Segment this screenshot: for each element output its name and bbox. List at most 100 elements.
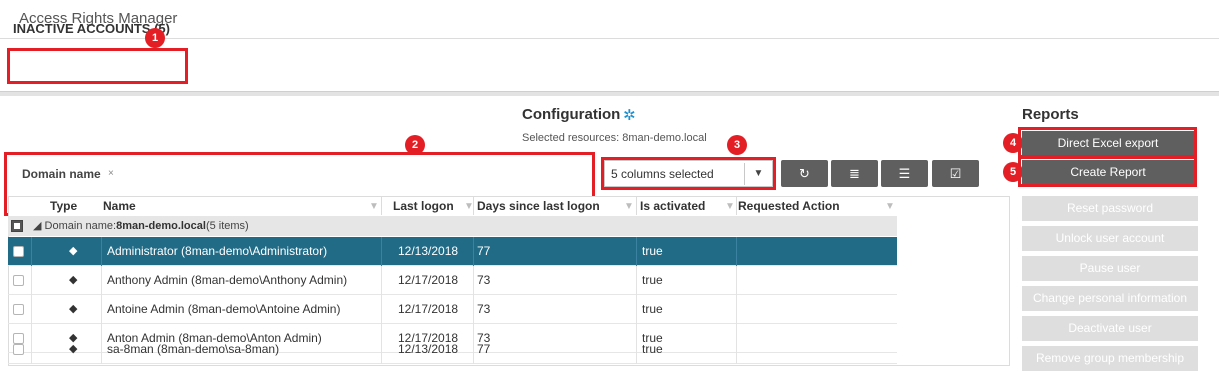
row-checkbox[interactable] [13,304,24,315]
table-row[interactable]: ◆ Antoine Admin (8man-demo\Antoine Admin… [8,295,897,324]
reports-title: Reports [1022,106,1079,123]
selected-resources: Selected resources: 8man-demo.local [522,132,707,144]
row-checkbox[interactable] [13,344,24,355]
check-square-icon: ☑ [949,166,962,181]
cell-last-logon: 12/17/2018 [398,302,459,316]
group-checkbox[interactable] [11,220,23,232]
column-header-last-logon[interactable]: Last logon [393,199,454,216]
table-row[interactable]: ◆ Anthony Admin (8man-demo\Anthony Admin… [8,266,897,295]
cell-divider [31,237,32,266]
cell-divider [736,237,737,266]
column-header-is-activated[interactable]: Is activated [640,199,705,216]
cell-divider [736,266,737,295]
cell-name: sa-8man (8man-demo\sa-8man) [107,342,280,356]
refresh-icon: ↻ [799,166,810,181]
cell-days: 77 [477,342,491,356]
user-account-icon: ◆ [69,303,78,315]
cell-divider [101,237,102,266]
list-view-button[interactable]: ≣ [831,160,878,187]
annotation-badge-3: 3 [727,135,747,155]
select-all-button[interactable]: ☑ [932,160,979,187]
cell-divider [381,266,382,295]
cell-divider [101,266,102,295]
cell-activated: true [642,244,663,258]
cell-last-logon: 12/13/2018 [398,342,459,356]
expand-triangle-icon[interactable]: ◢ [33,220,41,232]
create-report-button[interactable]: Create Report [1022,160,1194,184]
cell-divider [473,237,474,266]
refresh-button[interactable]: ↻ [781,160,828,187]
group-count: (5 items) [205,220,249,232]
row-checkbox[interactable] [13,246,24,257]
chip-remove-icon[interactable]: × [108,168,114,179]
row-checkbox[interactable] [13,275,24,286]
table-row[interactable]: ◆ sa-8man (8man-demo\sa-8man) 12/13/2018… [8,335,897,364]
user-account-icon: ◆ [69,245,78,257]
cell-last-logon: 12/13/2018 [398,244,459,258]
column-divider [736,197,737,215]
annotation-badge-5: 5 [1003,162,1023,182]
cell-name: Anthony Admin (8man-demo\Anthony Admin) [107,273,348,287]
cell-divider [636,335,637,364]
remove-group-membership-button[interactable]: Remove group membership [1022,346,1198,371]
filter-icon[interactable]: ▼ [624,201,634,212]
cell-name: Administrator (8man-demo\Administrator) [107,244,328,258]
annotation-badge-4: 4 [1003,133,1023,153]
page-header [0,40,1219,90]
group-chip-domain-name[interactable]: Domain name [22,167,101,181]
annotation-badge-1: 1 [145,28,165,48]
unlock-user-account-button[interactable]: Unlock user account [1022,226,1198,251]
cell-days: 73 [477,273,491,287]
cell-activated: true [642,302,663,316]
column-divider [381,197,382,215]
filter-icon[interactable]: ▼ [885,201,895,212]
pause-user-button[interactable]: Pause user [1022,256,1198,281]
cell-divider [381,335,382,364]
gear-icon[interactable]: ✲ [623,106,636,124]
cell-activated: true [642,342,663,356]
page-title-highlight [7,48,188,84]
direct-excel-export-button[interactable]: Direct Excel export [1022,131,1194,155]
cell-activated: true [642,273,663,287]
change-personal-information-button[interactable]: Change personal information [1022,286,1198,311]
column-divider [636,197,637,215]
filter-icon[interactable]: ▼ [369,201,379,212]
header-separator [0,91,1219,96]
configuration-title: Configuration [522,106,621,123]
deactivate-user-button[interactable]: Deactivate user [1022,316,1198,341]
group-prefix: Domain name: [44,220,117,232]
cell-divider [31,295,32,324]
cell-days: 73 [477,302,491,316]
cell-divider [101,335,102,364]
align-icon: ☰ [898,166,911,181]
user-account-icon: ◆ [69,343,78,355]
reset-password-button[interactable]: Reset password [1022,196,1198,221]
group-label[interactable]: ◢ Domain name:8man-demo.local(5 items) [33,219,249,232]
cell-name: Antoine Admin (8man-demo\Antoine Admin) [107,302,341,316]
cell-divider [381,295,382,324]
column-divider [473,197,474,215]
align-button[interactable]: ☰ [881,160,928,187]
cell-divider [101,295,102,324]
cell-divider [636,237,637,266]
cell-divider [473,335,474,364]
column-header-requested-action[interactable]: Requested Action [738,199,840,216]
cell-days: 77 [477,244,491,258]
chevron-down-icon[interactable]: ▼ [744,163,772,185]
cell-divider [31,266,32,295]
cell-divider [736,335,737,364]
column-header-type[interactable]: Type [50,199,77,216]
column-header-name[interactable]: Name [103,199,136,216]
cell-divider [636,295,637,324]
list-icon: ≣ [849,166,860,181]
cell-divider [736,295,737,324]
cell-last-logon: 12/17/2018 [398,273,459,287]
user-account-icon: ◆ [69,274,78,286]
column-header-days-since-last-logon[interactable]: Days since last logon [477,199,600,216]
columns-select-value: 5 columns selected [611,167,714,181]
filter-icon[interactable]: ▼ [725,201,735,212]
table-row[interactable]: ◆ Administrator (8man-demo\Administrator… [8,237,897,266]
cell-divider [381,237,382,266]
annotation-badge-2: 2 [405,135,425,155]
cell-divider [473,266,474,295]
